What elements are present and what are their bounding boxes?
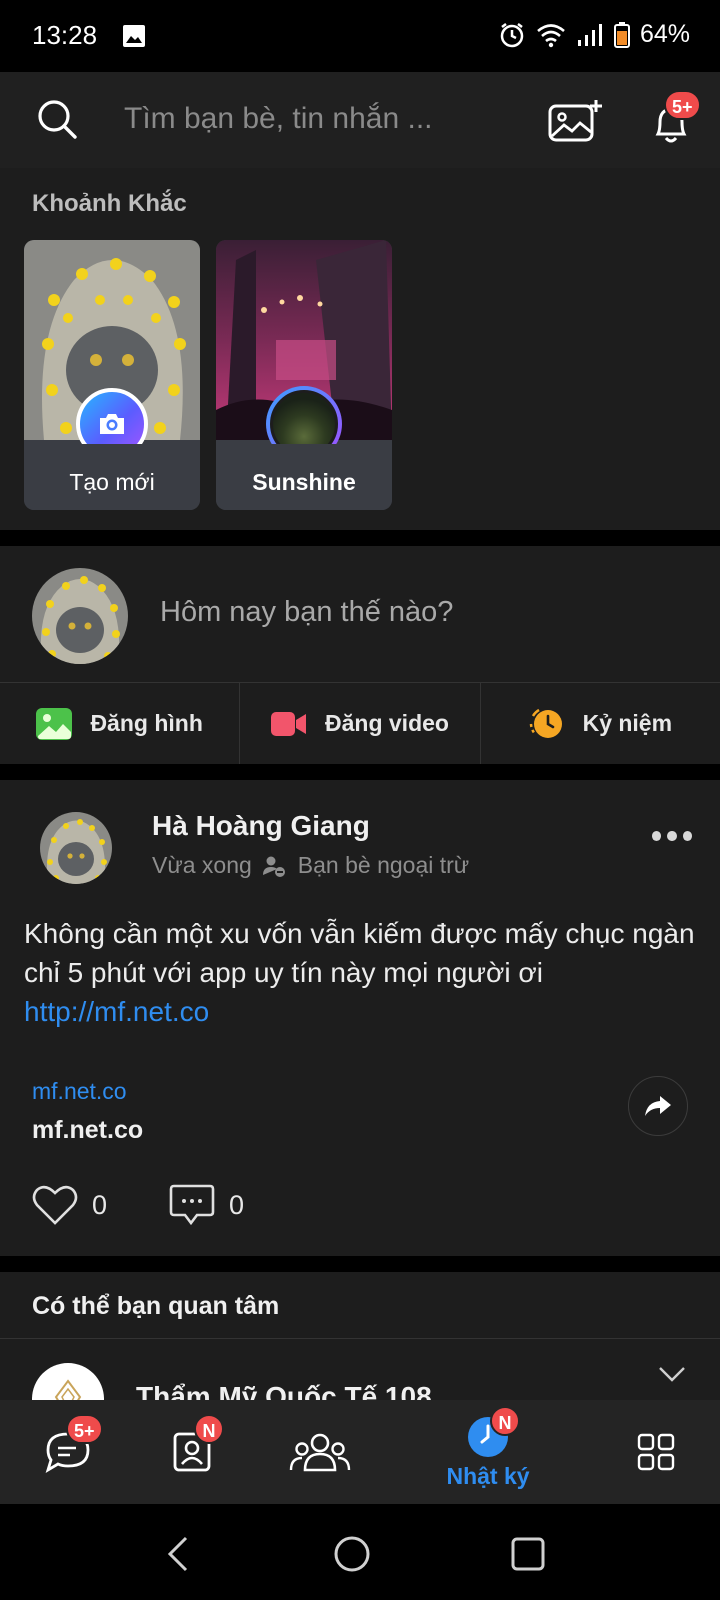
tab-timeline[interactable]: Nhật ký: [428, 1400, 548, 1504]
memories-label: Kỷ niệm: [582, 710, 673, 736]
brand-logo-icon: [54, 1379, 82, 1400]
post-video-label: Đăng video: [325, 710, 449, 736]
contacts-badge: N: [194, 1414, 224, 1444]
compose-section: Hôm nay bạn thế nào? Đăng hình Đăng vide…: [0, 546, 720, 764]
moment-create-label: Tạo mới: [24, 444, 200, 510]
post-text: Không cần một xu vốn vẫn kiếm được mấy c…: [24, 918, 695, 988]
bottom-nav: 5+ N Nhật ký N: [0, 1400, 720, 1504]
signal-icon: [577, 23, 602, 46]
post-more-options-icon[interactable]: [652, 828, 692, 844]
video-icon: [271, 711, 306, 736]
section-divider: [0, 1256, 720, 1272]
recents-icon[interactable]: [508, 1534, 548, 1574]
camera-icon: [100, 414, 124, 434]
link-preview-title[interactable]: mf.net.co: [32, 1116, 143, 1145]
suggestion-item[interactable]: Thẩm Mỹ Quốc Tế 108: [0, 1338, 720, 1400]
share-button[interactable]: [628, 1076, 688, 1136]
heart-icon: [32, 1185, 78, 1225]
suggestions-title: Có thể bạn quan tâm: [32, 1292, 280, 1320]
share-arrow-icon: [645, 1096, 671, 1116]
chevron-down-icon[interactable]: [658, 1365, 686, 1383]
moments-section: Khoảnh Khắc Tạo mới Sunshine: [0, 168, 720, 530]
section-divider: [0, 764, 720, 780]
feed-post: Hà Hoàng Giang Vừa xong Bạn bè ngoại trừ…: [0, 780, 720, 1256]
tab-groups[interactable]: [284, 1400, 356, 1504]
status-time: 13:28: [32, 20, 98, 50]
gallery-notification-icon: [123, 25, 145, 47]
post-reactions: 0 0: [32, 1184, 306, 1226]
comment-count: 0: [229, 1189, 245, 1220]
memories-button[interactable]: Kỷ niệm: [481, 683, 720, 764]
home-icon[interactable]: [332, 1534, 372, 1574]
grid-menu-icon: [637, 1433, 675, 1471]
status-bar: 13:28 64%: [0, 0, 720, 72]
post-privacy: Bạn bè ngoại trừ: [297, 852, 470, 878]
post-link[interactable]: http://mf.net.co: [24, 992, 696, 1031]
post-time: Vừa xong: [152, 852, 252, 878]
post-author-avatar[interactable]: [40, 812, 112, 884]
comment-icon: [169, 1184, 215, 1226]
post-meta: Vừa xong Bạn bè ngoại trừ: [152, 852, 469, 879]
suggestions-section: Có thể bạn quan tâm Thẩm Mỹ Quốc Tế 108: [0, 1272, 720, 1400]
search-input[interactable]: Tìm bạn bè, tin nhắn ...: [124, 102, 433, 136]
post-photo-button[interactable]: Đăng hình: [0, 683, 241, 764]
link-preview-domain[interactable]: mf.net.co: [32, 1078, 127, 1105]
notification-badge: 5+: [664, 90, 701, 120]
status-icons: 64%: [498, 20, 690, 49]
image-icon: [36, 707, 73, 740]
post-video-button[interactable]: Đăng video: [240, 683, 481, 764]
like-count: 0: [92, 1189, 108, 1220]
comment-button[interactable]: 0: [169, 1184, 244, 1226]
post-author-name[interactable]: Hà Hoàng Giang: [152, 810, 370, 842]
groups-icon: [289, 1433, 351, 1472]
battery-icon: [613, 21, 630, 48]
suggestion-name: Thẩm Mỹ Quốc Tế 108: [136, 1381, 432, 1400]
post-photo-label: Đăng hình: [90, 710, 203, 736]
tab-more[interactable]: [626, 1400, 686, 1504]
user-avatar[interactable]: [32, 568, 128, 664]
add-photo-icon[interactable]: [548, 98, 604, 144]
suggestion-avatar: [32, 1363, 104, 1400]
moment-create-card[interactable]: Tạo mới: [24, 240, 200, 510]
system-nav-bar: [0, 1504, 720, 1600]
messages-badge: 5+: [66, 1414, 103, 1444]
wifi-icon: [537, 23, 565, 47]
section-divider: [0, 530, 720, 546]
battery-percent: 64%: [639, 20, 690, 48]
search-icon[interactable]: [36, 98, 78, 140]
tab-timeline-label: Nhật ký: [446, 1462, 530, 1489]
privacy-icon: [262, 856, 285, 877]
alarm-icon: [500, 22, 524, 47]
moment-friend-card[interactable]: Sunshine: [216, 240, 392, 510]
compose-actions: Đăng hình Đăng video Kỷ niệm: [0, 682, 720, 764]
like-button[interactable]: 0: [32, 1184, 107, 1226]
timeline-badge: N: [490, 1406, 520, 1436]
moment-friend-label: Sunshine: [216, 444, 392, 510]
memory-clock-icon: [529, 708, 562, 738]
back-icon[interactable]: [160, 1534, 200, 1574]
compose-input[interactable]: Hôm nay bạn thế nào?: [160, 596, 453, 629]
moments-title: Khoảnh Khắc: [32, 190, 187, 217]
post-body: Không cần một xu vốn vẫn kiếm được mấy c…: [24, 914, 696, 1031]
top-bar: Tìm bạn bè, tin nhắn ... 5+: [0, 72, 720, 168]
